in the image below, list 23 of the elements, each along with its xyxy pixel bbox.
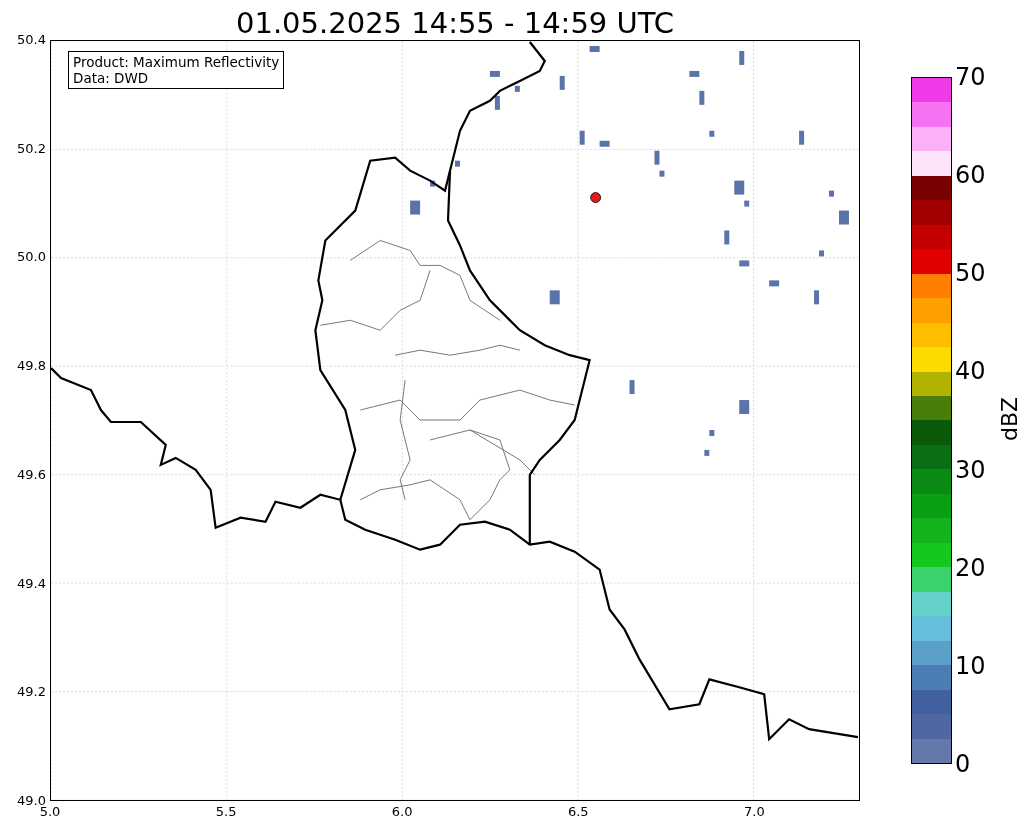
colorbar-tick-label: 40 bbox=[955, 358, 986, 385]
colorbar-tick-label: 30 bbox=[955, 456, 986, 483]
colorbar-tick-label: 10 bbox=[955, 652, 986, 679]
info-text: Product: Maximum Reflectivity bbox=[73, 54, 280, 70]
colorbar-tick-label: 0 bbox=[955, 751, 971, 777]
y-tick-label: 50.2 bbox=[17, 140, 46, 156]
chart-title: 01.05.2025 14:55 - 14:59 UTC bbox=[236, 6, 674, 40]
y-tick-label: 49.2 bbox=[17, 684, 46, 700]
x-tick-label: 6.5 bbox=[567, 804, 589, 819]
colorbar-label: dBZ bbox=[998, 396, 1023, 442]
colorbar-tick-label: 60 bbox=[955, 162, 986, 189]
x-tick-label: 6.0 bbox=[391, 804, 413, 819]
x-tick-label: 5.5 bbox=[215, 804, 237, 819]
colorbar-tick-label: 70 bbox=[955, 64, 986, 90]
colorbar-tick-label: 20 bbox=[955, 554, 986, 581]
info-text: Data: DWD bbox=[73, 70, 150, 86]
y-tick-label: 50.4 bbox=[17, 32, 46, 47]
colorbar-tick-label: 50 bbox=[955, 260, 986, 287]
y-tick-label: 49.6 bbox=[17, 466, 46, 482]
x-tick-label: 7.0 bbox=[744, 804, 765, 819]
y-tick-label: 49.8 bbox=[17, 358, 46, 374]
y-tick-label: 49.4 bbox=[17, 575, 46, 591]
y-tick-label: 50.0 bbox=[17, 249, 46, 265]
